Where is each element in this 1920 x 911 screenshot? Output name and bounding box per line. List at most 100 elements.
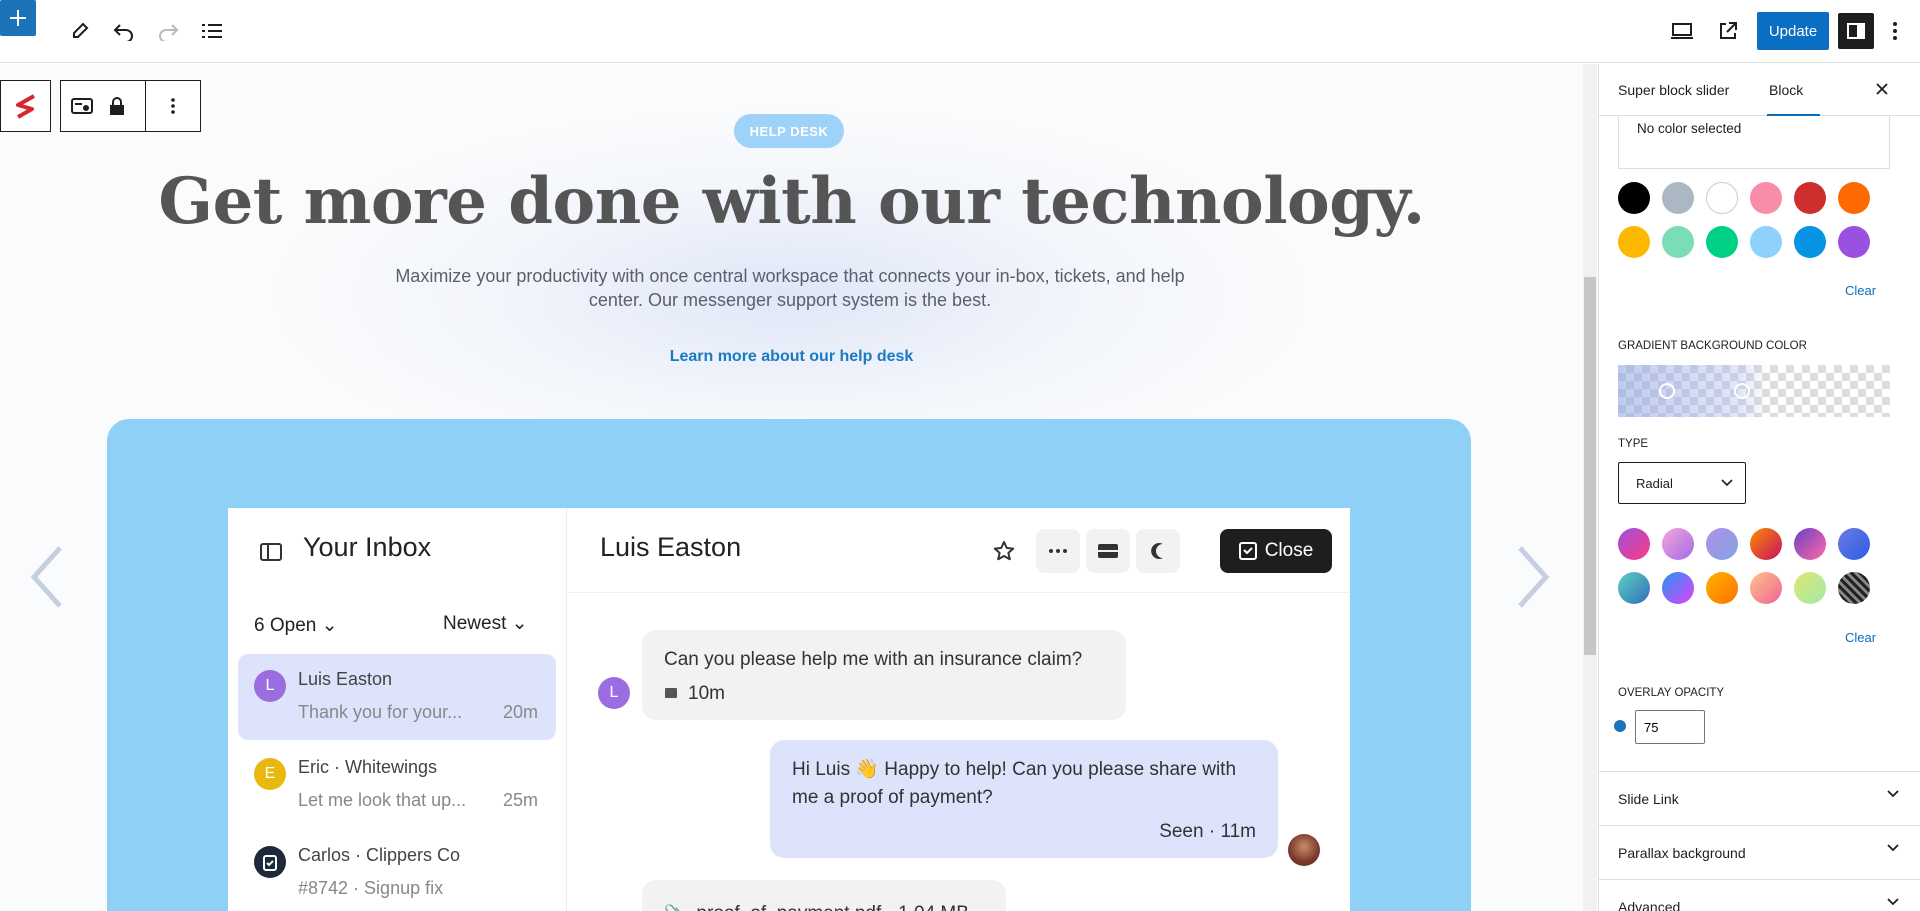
undo-button[interactable] bbox=[106, 13, 142, 49]
more-horizontal-icon bbox=[1049, 549, 1067, 553]
canvas-scroll-thumb[interactable] bbox=[1584, 277, 1596, 655]
message-time: 10m bbox=[688, 683, 725, 704]
chevron-down-icon: ⌄ bbox=[511, 613, 528, 634]
color-swatch-purple[interactable] bbox=[1838, 226, 1870, 258]
close-conversation-button: Close bbox=[1220, 529, 1332, 573]
options-button[interactable] bbox=[1880, 13, 1910, 49]
laptop-icon bbox=[1671, 23, 1693, 39]
sidebar-tabs: Super block slider Block bbox=[1599, 64, 1920, 116]
settings-toggle-button[interactable] bbox=[1838, 13, 1874, 49]
lock-button[interactable] bbox=[103, 81, 131, 131]
gradient-stop-handle[interactable] bbox=[1659, 383, 1675, 399]
color-swatch-orange[interactable] bbox=[1838, 182, 1870, 214]
snooze-button bbox=[1136, 529, 1180, 573]
gradient-swatch[interactable] bbox=[1838, 572, 1870, 604]
tools-button[interactable] bbox=[62, 13, 98, 49]
sidebar-icon bbox=[1847, 23, 1865, 39]
ticket-icon bbox=[1098, 544, 1118, 558]
overlay-opacity-input[interactable] bbox=[1635, 710, 1705, 744]
clear-gradient-button[interactable]: Clear bbox=[1845, 630, 1876, 645]
color-swatch-blue[interactable] bbox=[1794, 226, 1826, 258]
block-options-button[interactable] bbox=[146, 81, 200, 131]
editor-top-toolbar: Update bbox=[0, 0, 1920, 63]
gradient-swatch[interactable] bbox=[1794, 528, 1826, 560]
view-post-button[interactable] bbox=[1710, 13, 1746, 49]
gradient-swatch[interactable] bbox=[1662, 572, 1694, 604]
gradient-swatch[interactable] bbox=[1750, 528, 1782, 560]
color-swatch-red[interactable] bbox=[1794, 182, 1826, 214]
chat-pane: Luis Easton Close L Can you please help … bbox=[568, 508, 1350, 911]
conversation-name: Eric · Whitewings bbox=[298, 757, 438, 777]
clipboard-avatar bbox=[254, 846, 286, 878]
color-swatch-white[interactable] bbox=[1706, 182, 1738, 214]
panel-parallax-background[interactable]: Parallax background bbox=[1599, 825, 1920, 879]
gradient-swatch[interactable] bbox=[1618, 572, 1650, 604]
redo-button[interactable] bbox=[150, 13, 186, 49]
block-type-switcher[interactable] bbox=[0, 80, 51, 132]
page-subtext: Maximize your productivity with once cen… bbox=[380, 264, 1200, 312]
document-overview-button[interactable] bbox=[194, 13, 230, 49]
gradient-type-value: Radial bbox=[1636, 476, 1673, 491]
sort-filter: Newest ⌄ bbox=[443, 612, 528, 635]
color-swatch-pink[interactable] bbox=[1750, 182, 1782, 214]
gradient-swatch[interactable] bbox=[1706, 528, 1738, 560]
color-swatch-gray[interactable] bbox=[1662, 182, 1694, 214]
external-link-icon bbox=[1720, 22, 1737, 39]
image-card-icon bbox=[71, 98, 93, 114]
add-block-button[interactable] bbox=[0, 0, 36, 36]
no-color-text: No color selected bbox=[1637, 121, 1742, 136]
lock-icon bbox=[110, 97, 124, 115]
close-icon[interactable] bbox=[1875, 82, 1889, 96]
update-button[interactable]: Update bbox=[1757, 12, 1829, 50]
overlay-opacity-label: OVERLAY OPACITY bbox=[1618, 687, 1725, 699]
gradient-type-select[interactable]: Radial bbox=[1618, 462, 1746, 504]
star-button bbox=[982, 529, 1026, 573]
slider-prev-arrow-icon[interactable] bbox=[28, 542, 68, 612]
agent-avatar bbox=[1288, 834, 1320, 866]
redo-icon bbox=[159, 24, 179, 41]
message-text: me a proof of payment? bbox=[792, 787, 993, 808]
clipboard-icon bbox=[263, 855, 277, 871]
message-text: Hi Luis 👋 Happy to help! Can you please … bbox=[792, 759, 1237, 780]
open-filter-label: 6 Open bbox=[254, 615, 317, 636]
panel-title: Advanced bbox=[1618, 899, 1681, 911]
gradient-preview[interactable] bbox=[1618, 365, 1890, 417]
gradient-swatch[interactable] bbox=[1706, 572, 1738, 604]
gradient-swatch[interactable] bbox=[1838, 528, 1870, 560]
tab-super-block-slider[interactable]: Super block slider bbox=[1618, 82, 1729, 98]
more-button bbox=[1036, 529, 1080, 573]
attachment-name: proof_of_payment.pdf · 1.04 MB bbox=[696, 900, 969, 911]
clear-color-button[interactable]: Clear bbox=[1845, 283, 1876, 298]
color-swatch-amber[interactable] bbox=[1618, 226, 1650, 258]
color-swatch-mint[interactable] bbox=[1662, 226, 1694, 258]
avatar: E bbox=[254, 758, 286, 790]
plus-icon bbox=[10, 10, 26, 26]
moon-icon bbox=[1151, 543, 1163, 559]
preview-button[interactable] bbox=[1664, 13, 1700, 49]
divider bbox=[568, 592, 1350, 593]
conversation-preview: #8742 · Signup fix bbox=[298, 878, 444, 898]
gradient-swatch[interactable] bbox=[1794, 572, 1826, 604]
panel-slide-link[interactable]: Slide Link bbox=[1599, 771, 1920, 825]
gradient-swatch[interactable] bbox=[1618, 528, 1650, 560]
chevron-down-icon: ⌄ bbox=[321, 615, 338, 636]
panel-advanced[interactable]: Advanced bbox=[1599, 879, 1920, 911]
conversation-name: Luis Easton bbox=[298, 669, 393, 689]
gradient-stop-handle[interactable] bbox=[1734, 383, 1750, 399]
block-media-button[interactable] bbox=[61, 81, 103, 131]
slider-next-arrow-icon[interactable] bbox=[1512, 542, 1552, 612]
chevron-down-icon bbox=[1887, 898, 1899, 906]
gradient-swatch[interactable] bbox=[1662, 528, 1694, 560]
star-icon bbox=[993, 541, 1015, 561]
attachment: 📎 proof_of_payment.pdf · 1.04 MB bbox=[664, 900, 969, 911]
inbox-mockup-image: Your Inbox 6 Open ⌄ Newest ⌄ L Luis East… bbox=[228, 508, 1350, 911]
opacity-slider-handle[interactable] bbox=[1614, 720, 1626, 732]
color-swatch-green[interactable] bbox=[1706, 226, 1738, 258]
color-swatch-light-blue[interactable] bbox=[1750, 226, 1782, 258]
color-swatch-black[interactable] bbox=[1618, 182, 1650, 214]
gradient-swatch[interactable] bbox=[1750, 572, 1782, 604]
tab-block[interactable]: Block bbox=[1769, 82, 1803, 98]
block-tools-group bbox=[60, 80, 201, 132]
learn-more-link[interactable]: Learn more about our help desk bbox=[0, 348, 1583, 366]
message-text: Can you please help me with an insurance… bbox=[664, 649, 1083, 670]
